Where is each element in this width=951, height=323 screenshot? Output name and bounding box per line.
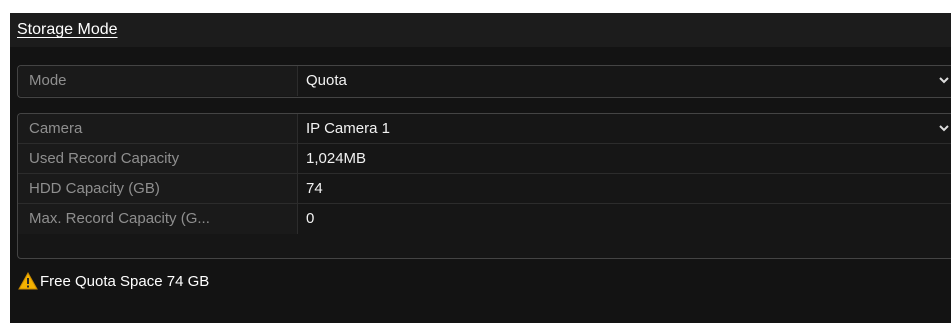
- mode-select[interactable]: Quota: [299, 66, 951, 96]
- storage-mode-panel: Storage Mode Mode Quota Camera IP Camera…: [10, 13, 951, 323]
- camera-select[interactable]: IP Camera 1: [299, 114, 951, 143]
- used-record-capacity-row: Used Record Capacity 1,024MB: [18, 144, 951, 174]
- max-record-capacity-input[interactable]: 0: [299, 204, 951, 234]
- camera-label: Camera: [18, 114, 298, 143]
- hdd-capacity-value: 74: [306, 180, 323, 197]
- chevron-down-icon[interactable]: [938, 74, 950, 86]
- mode-row[interactable]: Mode Quota: [18, 66, 951, 96]
- free-quota-text: Free Quota Space 74 GB: [40, 272, 210, 290]
- chevron-down-icon[interactable]: [938, 122, 950, 134]
- free-quota-notice: Free Quota Space 74 GB: [18, 272, 209, 290]
- used-record-capacity-value: 1,024MB: [306, 150, 367, 167]
- hdd-capacity-label: HDD Capacity (GB): [18, 174, 298, 203]
- section-header: Storage Mode: [10, 13, 951, 47]
- mode-label: Mode: [18, 66, 298, 96]
- max-record-capacity-label: Max. Record Capacity (G...: [18, 204, 298, 234]
- mode-group: Mode Quota: [17, 65, 951, 98]
- section-title: Storage Mode: [17, 21, 118, 38]
- camera-quota-group: Camera IP Camera 1 Used Record Capacity …: [17, 113, 951, 259]
- used-record-capacity-label: Used Record Capacity: [18, 144, 298, 173]
- camera-row[interactable]: Camera IP Camera 1: [18, 114, 951, 144]
- warning-icon: [18, 272, 38, 290]
- max-record-capacity-row[interactable]: Max. Record Capacity (G... 0: [18, 204, 951, 234]
- hdd-capacity-row: HDD Capacity (GB) 74: [18, 174, 951, 204]
